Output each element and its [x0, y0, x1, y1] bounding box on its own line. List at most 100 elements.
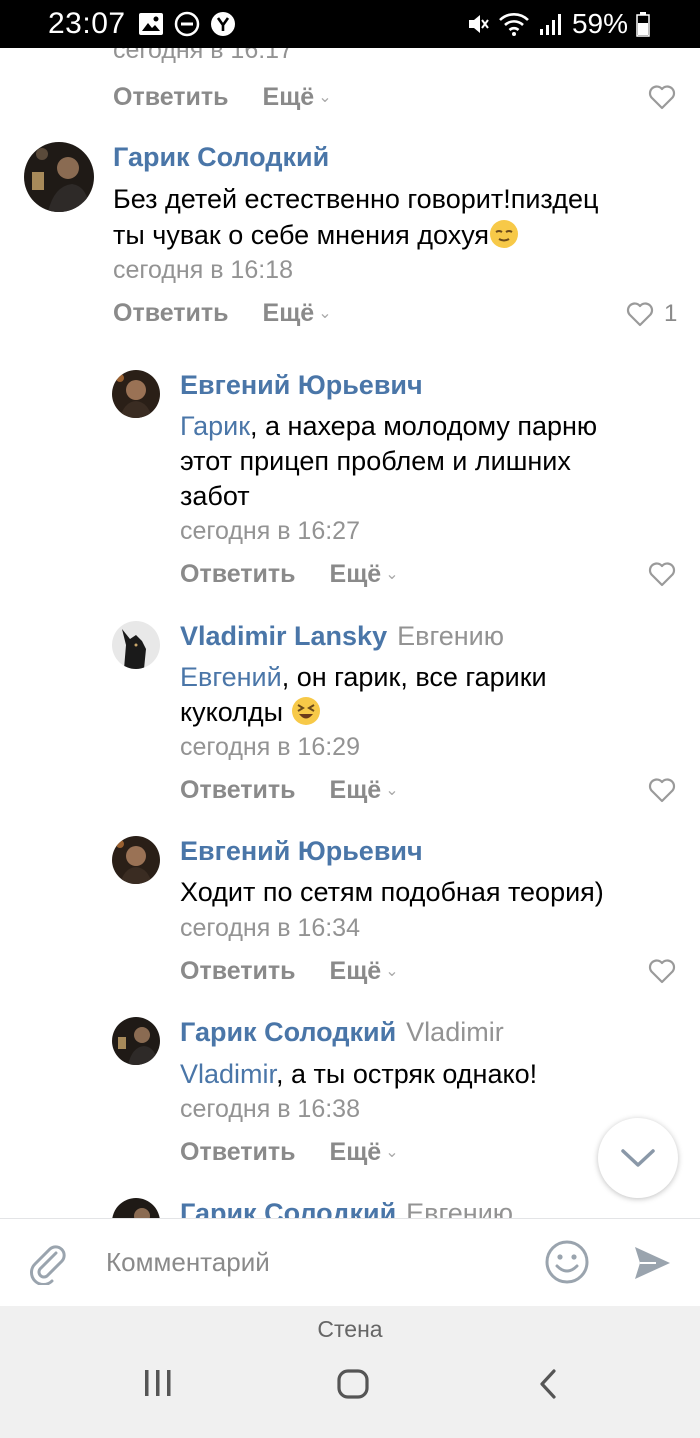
avatar[interactable] [112, 370, 160, 418]
more-button[interactable]: Ещё ⌄ [330, 1138, 399, 1166]
comment-actions: Ответить Ещё ⌄ [113, 297, 332, 333]
home-button[interactable] [336, 1368, 370, 1405]
comment-author[interactable]: Гарик Солодкий Vladimir [180, 1015, 504, 1049]
comment-author[interactable]: Евгений Юрьевич [180, 834, 423, 868]
reply-button[interactable]: Ответить [113, 83, 229, 111]
mention-link[interactable]: Гарик [180, 411, 250, 441]
recent-apps-button[interactable] [140, 1368, 176, 1403]
comment-text: этот прицеп проблем и лишних [180, 446, 571, 476]
like-button[interactable] [648, 958, 676, 984]
avatar[interactable] [112, 621, 160, 669]
comment-time: сегодня в 16:17 [113, 48, 293, 64]
battery-icon [636, 12, 650, 37]
paperclip-icon [30, 1245, 66, 1286]
comment-author[interactable]: Vladimir Lansky Евгению [180, 619, 504, 653]
send-icon [635, 1247, 670, 1279]
wall-label[interactable]: Стена [0, 1314, 700, 1344]
avatar-photo [112, 621, 160, 669]
signal-icon [539, 14, 561, 35]
comment-text: Ходит по сетям подобная теория) [180, 877, 604, 907]
emoji-button[interactable] [544, 1239, 590, 1290]
bottom-bar: Стена [0, 1306, 700, 1438]
battery-percent: 59% [571, 8, 628, 39]
comment-actions: Ответить Ещё ⌄ [180, 1136, 399, 1172]
avatar[interactable] [112, 836, 160, 884]
comment-text: забот [180, 481, 250, 511]
avatar[interactable] [112, 1017, 160, 1065]
comment-author[interactable]: Евгений Юрьевич [180, 368, 423, 402]
reply-to[interactable]: Евгению [406, 1198, 513, 1218]
gallery-icon [139, 13, 163, 35]
reply-to[interactable]: Vladimir [406, 1017, 504, 1047]
laughing-emoji-icon [291, 697, 320, 725]
like-button[interactable] [648, 84, 676, 110]
comment-composer: Комментарий [0, 1218, 700, 1306]
comment-actions: Ответить Ещё ⌄ [113, 81, 332, 117]
like-button[interactable] [648, 561, 676, 587]
chevron-down-icon: ⌄ [385, 1144, 399, 1161]
comment-time: сегодня в 16:34 [180, 914, 360, 942]
comment-text: куколды [180, 695, 321, 730]
heart-icon [648, 959, 676, 984]
more-button[interactable]: Ещё ⌄ [263, 299, 332, 327]
status-bar: 23:07 59% [0, 0, 700, 48]
more-button[interactable]: Ещё ⌄ [330, 957, 399, 985]
reply-to[interactable]: Евгению [397, 621, 504, 651]
avatar[interactable] [112, 1198, 160, 1218]
comments-feed[interactable]: сегодня в 16:17 Ответить Ещё ⌄ Гарик Солод… [0, 48, 700, 1218]
comment-actions: Ответить Ещё ⌄ [180, 955, 399, 991]
comment-text: ты чувак о себе мнения дохуя [113, 218, 519, 253]
mute-icon [468, 15, 489, 33]
reply-button[interactable]: Ответить [180, 1138, 296, 1166]
more-button[interactable]: Ещё ⌄ [263, 83, 332, 111]
reply-button[interactable]: Ответить [180, 957, 296, 985]
avatar-photo [112, 1017, 160, 1065]
wifi-icon [499, 13, 529, 36]
attach-button[interactable] [26, 1241, 70, 1290]
scroll-down-button[interactable] [598, 1118, 678, 1198]
comment-text: Гарик, а нахера молодому парню [180, 411, 598, 441]
comment-actions: Ответить Ещё ⌄ [180, 774, 399, 810]
back-icon [540, 1369, 556, 1399]
comment-author[interactable]: Гарик Солодкий Евгению [180, 1196, 513, 1218]
chevron-down-icon: ⌄ [385, 963, 399, 980]
avatar-photo [112, 1198, 160, 1218]
heart-icon [648, 778, 676, 803]
comment-time: сегодня в 16:29 [180, 733, 360, 761]
more-button[interactable]: Ещё ⌄ [330, 776, 399, 804]
mention-link[interactable]: Евгений [180, 662, 282, 692]
avatar-photo [112, 370, 160, 418]
do-not-disturb-icon [174, 11, 200, 37]
back-button[interactable] [536, 1368, 562, 1405]
avatar[interactable] [24, 142, 94, 212]
relieved-emoji-icon [490, 220, 519, 248]
comment-text: Евгений, он гарик, все гарики [180, 662, 547, 692]
reply-button[interactable]: Ответить [180, 776, 296, 804]
chevron-down-icon: ⌄ [318, 305, 332, 322]
chevron-down-icon [621, 1149, 655, 1167]
chevron-down-icon: ⌄ [385, 782, 399, 799]
reply-button[interactable]: Ответить [180, 560, 296, 588]
mention-link[interactable]: Vladimir [180, 1059, 276, 1089]
comment-input[interactable]: Комментарий [106, 1245, 270, 1279]
send-button[interactable] [632, 1243, 672, 1288]
smile-icon [545, 1240, 589, 1284]
comment-author[interactable]: Гарик Солодкий [113, 140, 329, 174]
reply-button[interactable]: Ответить [113, 299, 229, 327]
comment-actions: Ответить Ещё ⌄ [180, 558, 399, 594]
comment-time: сегодня в 16:18 [113, 256, 293, 284]
recent-apps-icon [145, 1370, 171, 1396]
status-icons-right: 59% [466, 8, 650, 40]
chevron-down-icon: ⌄ [385, 566, 399, 583]
heart-icon [648, 85, 676, 110]
status-time: 23:07 [48, 7, 126, 40]
comment-text: Vladimir, а ты остряк однако! [180, 1059, 538, 1089]
home-icon [337, 1369, 369, 1399]
heart-icon [626, 302, 654, 327]
like-count: 1 [664, 300, 678, 327]
comment-time: сегодня в 16:27 [180, 517, 360, 545]
heart-icon [648, 562, 676, 587]
like-button[interactable] [648, 777, 676, 803]
more-button[interactable]: Ещё ⌄ [330, 560, 399, 588]
like-button[interactable]: 1 [626, 300, 677, 328]
